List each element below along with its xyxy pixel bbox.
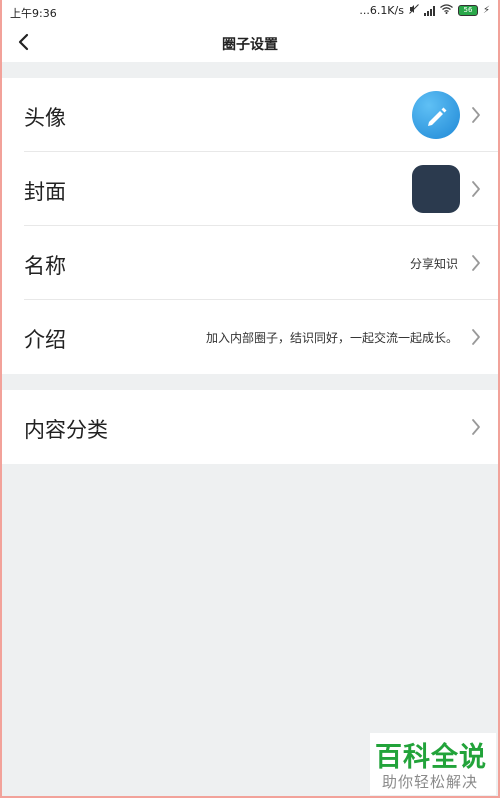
avatar[interactable] [412, 91, 460, 139]
status-time: 上午9:36 [10, 7, 57, 20]
row-label: 封面 [24, 180, 66, 204]
row-content-category[interactable]: 内容分类 [0, 390, 500, 464]
watermark: 百科全说 助你轻松解决 [370, 733, 496, 795]
row-label: 头像 [24, 106, 66, 130]
watermark-brand: 百科全说 [375, 742, 487, 773]
row-intro[interactable]: 介绍 加入内部圈子，结识同好，一起交流一起成长。 [0, 300, 500, 374]
chevron-right-icon [470, 179, 482, 199]
row-cover[interactable]: 封面 [0, 152, 500, 226]
settings-section: 头像 封面 名称 分享知识 介绍 加入内部圈子，结识同好，一起交流一起成长。 [0, 78, 500, 374]
status-bar: 上午9:36 ...6.1K/s 56 ⚡ [0, 0, 500, 22]
battery-icon: 56 [457, 5, 478, 16]
network-speed: ...6.1K/s [359, 4, 404, 17]
wifi-icon [440, 4, 453, 17]
chevron-right-icon [470, 105, 482, 125]
chevron-right-icon [470, 253, 482, 273]
pencil-icon [428, 107, 447, 126]
category-section: 内容分类 [0, 390, 500, 464]
row-label: 介绍 [24, 328, 66, 352]
row-avatar[interactable]: 头像 [0, 78, 500, 152]
row-label: 名称 [24, 254, 66, 278]
status-right: ...6.1K/s 56 ⚡ [359, 4, 490, 17]
mute-icon [409, 4, 419, 17]
signal-icon [423, 5, 435, 16]
charging-icon: ⚡ [482, 5, 490, 16]
nav-bar: 圈子设置 [0, 22, 500, 62]
chevron-right-icon [470, 417, 482, 437]
chevron-right-icon [470, 327, 482, 347]
row-label: 内容分类 [24, 418, 108, 442]
watermark-tagline: 助你轻松解决 [382, 773, 479, 791]
row-value: 分享知识 [409, 257, 458, 271]
row-value: 加入内部圈子，结识同好，一起交流一起成长。 [205, 331, 458, 345]
page-title: 圈子设置 [222, 37, 278, 53]
cover-thumbnail[interactable] [412, 165, 460, 213]
row-name[interactable]: 名称 分享知识 [0, 226, 500, 300]
